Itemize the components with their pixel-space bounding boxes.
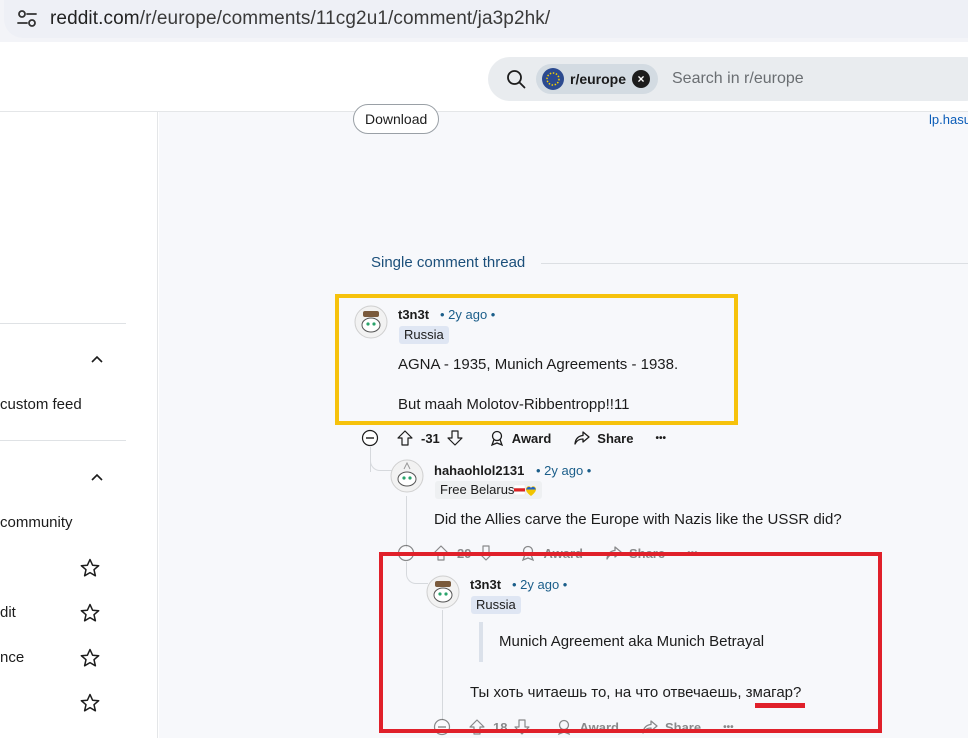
star-icon[interactable] xyxy=(80,603,100,623)
sidebar-item-nce[interactable]: nce xyxy=(0,649,24,666)
sidebar-item-dit[interactable]: dit xyxy=(0,604,16,621)
address-field[interactable]: reddit.com/r/europe/comments/11cg2u1/com… xyxy=(4,0,968,38)
share-button[interactable]: Share xyxy=(573,429,633,447)
sidebar-divider xyxy=(0,440,126,441)
left-sidebar: custom feed community dit nce xyxy=(0,112,158,738)
sidebar-item-custom-feed[interactable]: custom feed xyxy=(0,396,82,413)
subreddit-chip-label: r/europe xyxy=(570,71,627,87)
share-label: Share xyxy=(597,430,634,446)
chevron-up-icon[interactable] xyxy=(89,351,105,367)
yellow-highlight-box xyxy=(335,294,738,425)
site-header: r/europe × Search in r/europe xyxy=(0,42,968,112)
subreddit-filter-chip[interactable]: r/europe × xyxy=(536,64,659,94)
thread-connector xyxy=(370,449,392,471)
user-flair: Free Belarus xyxy=(435,481,543,499)
subreddit-avatar-icon xyxy=(542,68,564,90)
vote-score: -31 xyxy=(421,430,440,446)
sidebar-divider xyxy=(0,323,126,324)
thread-divider xyxy=(541,263,968,264)
upvote-icon[interactable] xyxy=(396,429,414,447)
star-icon[interactable] xyxy=(80,648,100,668)
url-path: /r/europe/comments/11cg2u1/comment/ja3p2… xyxy=(139,8,551,29)
flair-text: Free Belarus xyxy=(440,482,515,497)
browser-address-bar: reddit.com/r/europe/comments/11cg2u1/com… xyxy=(0,0,968,42)
search-icon xyxy=(507,70,526,89)
url-host: reddit.com xyxy=(50,8,140,29)
site-settings-icon[interactable] xyxy=(16,9,38,29)
url-text: reddit.com/r/europe/comments/11cg2u1/com… xyxy=(50,8,550,30)
more-options-button[interactable]: ••• xyxy=(655,433,666,444)
comment-actions: -31 Award Share ••• xyxy=(361,427,666,449)
thread-line xyxy=(406,496,407,548)
search-input[interactable]: Search in r/europe xyxy=(672,70,804,88)
star-icon[interactable] xyxy=(80,693,100,713)
comment-timestamp: • 2y ago • xyxy=(536,463,592,478)
share-icon xyxy=(574,431,590,445)
collapse-icon[interactable] xyxy=(361,429,379,447)
award-label: Award xyxy=(511,430,552,446)
flag-heart-icon xyxy=(514,484,537,496)
external-link[interactable]: lp.hasu xyxy=(929,112,968,127)
award-icon xyxy=(490,430,503,447)
comment-text-line: Did the Allies carve the Europe with Naz… xyxy=(434,511,842,528)
red-highlight-box xyxy=(379,552,882,733)
comment-username[interactable]: hahaohlol2131 xyxy=(434,463,524,478)
red-underline-mark xyxy=(755,703,805,708)
award-button[interactable]: Award xyxy=(488,429,552,447)
download-button[interactable]: Download xyxy=(353,104,440,134)
search-bar[interactable]: r/europe × Search in r/europe xyxy=(488,57,968,101)
chevron-up-icon[interactable] xyxy=(89,469,105,485)
main-content: Download lp.hasu Single comment thread t… xyxy=(159,104,968,738)
star-icon[interactable] xyxy=(80,558,100,578)
close-icon[interactable]: × xyxy=(632,70,651,88)
sidebar-item-community[interactable]: community xyxy=(0,514,73,531)
user-avatar[interactable] xyxy=(390,459,424,493)
downvote-icon[interactable] xyxy=(446,429,464,447)
single-comment-thread-link[interactable]: Single comment thread xyxy=(371,254,525,271)
